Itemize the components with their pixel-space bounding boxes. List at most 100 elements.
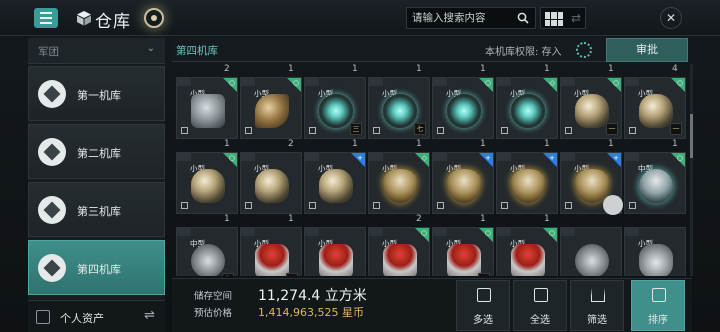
item-slot[interactable]: ◇ 小型 xyxy=(368,152,430,214)
slot-highlight xyxy=(497,153,511,161)
sidebar-item-hangar-1[interactable]: 第一机库 xyxy=(28,66,165,121)
filter-button[interactable]: 筛选 xyxy=(570,280,624,331)
slot-highlight xyxy=(177,78,191,86)
switch-icon[interactable]: ⇌ xyxy=(144,308,155,323)
sidebar: 军团 ⌄ 第一机库 第二机库 第三机库 第四机库 个人资产 ⇌ xyxy=(28,38,165,332)
search-input[interactable] xyxy=(412,10,512,26)
item-slot[interactable]: 小型五 xyxy=(240,227,302,276)
item-count: 1 xyxy=(224,214,230,224)
sidebar-item-hangar-2[interactable]: 第二机库 xyxy=(28,124,165,179)
item-count: 1 xyxy=(544,214,550,224)
item-slot[interactable]: ○ 中型 xyxy=(624,152,686,214)
grid-scrollbar[interactable] xyxy=(690,64,693,276)
lock-icon xyxy=(309,127,316,134)
gear-icon[interactable] xyxy=(576,42,592,58)
scroll-thumb[interactable] xyxy=(690,114,693,158)
lock-icon xyxy=(629,127,636,134)
item-slot[interactable]: 中型七 xyxy=(176,227,238,276)
module-icon xyxy=(575,244,609,276)
module-icon xyxy=(191,244,225,276)
item-slot[interactable]: ○小型 xyxy=(176,77,238,139)
item-slot[interactable]: 小型七 xyxy=(368,77,430,139)
item-count: 1 xyxy=(352,64,358,74)
item-slot[interactable]: ○小型 xyxy=(368,227,430,276)
approve-button[interactable]: 审批 xyxy=(606,38,688,62)
item-slot[interactable]: ○ 小型一 xyxy=(624,77,686,139)
item-badge: ○ xyxy=(676,154,683,162)
item-badge: + xyxy=(549,154,555,162)
mech-icon xyxy=(191,94,225,128)
search-icon[interactable] xyxy=(517,12,529,24)
item-badge: ◇ xyxy=(549,79,555,87)
item-badge: + xyxy=(485,154,491,162)
slot-highlight xyxy=(305,78,319,86)
orb-icon xyxy=(511,94,545,128)
swap-icon[interactable]: ⇄ xyxy=(571,11,581,25)
grid-view-icon[interactable] xyxy=(545,12,563,26)
item-badge: ○ xyxy=(420,229,427,237)
item-slot[interactable]: ○小型 xyxy=(496,227,558,276)
price-label: 预估价格 xyxy=(194,308,233,319)
close-button[interactable]: ✕ xyxy=(660,7,682,29)
item-slot[interactable] xyxy=(560,227,622,276)
chevron-down-icon: ⌄ xyxy=(146,43,155,54)
slot-highlight xyxy=(177,153,191,161)
item-slot[interactable]: ○小型 xyxy=(432,77,494,139)
item-badge: + xyxy=(357,154,363,162)
tier-badge: 一 xyxy=(606,123,618,135)
lock-icon xyxy=(629,202,636,209)
item-badge: ○ xyxy=(676,79,683,87)
tier-badge: 七 xyxy=(414,123,426,135)
item-slot[interactable]: 小型 xyxy=(304,227,366,276)
slot-highlight xyxy=(561,153,575,161)
item-slot[interactable]: 小型 xyxy=(624,227,686,276)
storage-value: 11,274.4 立方米 xyxy=(258,288,367,304)
lock-icon xyxy=(373,127,380,134)
item-slot[interactable]: ◇ 小型 xyxy=(496,77,558,139)
sidebar-item-label: 第四机库 xyxy=(77,263,121,276)
slot-highlight xyxy=(369,153,383,161)
item-slot[interactable]: ○小型 xyxy=(240,77,302,139)
lock-icon xyxy=(181,202,188,209)
item-badge: + xyxy=(613,154,619,162)
item-slot[interactable]: 小型三 xyxy=(304,77,366,139)
item-slot[interactable]: 小型 xyxy=(240,152,302,214)
teal-icon xyxy=(639,169,673,203)
sort-button[interactable]: 排序 xyxy=(631,280,685,331)
menu-button[interactable] xyxy=(34,8,58,28)
slot-highlight xyxy=(241,78,255,86)
item-slot[interactable]: + 小型 xyxy=(432,152,494,214)
assets-icon xyxy=(36,310,50,324)
orb-icon xyxy=(319,94,353,128)
item-count: 1 xyxy=(352,139,358,149)
select-all-button[interactable]: 全选 xyxy=(513,280,567,331)
sidebar-item-hangar-4[interactable]: 第四机库 xyxy=(28,240,165,295)
view-toggle[interactable]: ⇄ xyxy=(540,7,586,29)
price-value: 1,414,963,525 星币 xyxy=(258,306,364,319)
slot-highlight xyxy=(625,153,639,161)
sidebar-item-hangar-3[interactable]: 第三机库 xyxy=(28,182,165,237)
item-slot[interactable]: ○小型五 xyxy=(432,227,494,276)
item-slot[interactable]: + 小型 xyxy=(304,152,366,214)
item-slot[interactable]: ○ 小型一 xyxy=(560,77,622,139)
slot-highlight xyxy=(305,228,319,236)
personal-assets-tab[interactable]: 个人资产 ⇌ xyxy=(28,300,165,332)
hangar-icon xyxy=(38,196,66,224)
item-slot[interactable]: + 小型 xyxy=(496,152,558,214)
floating-assist-button[interactable] xyxy=(603,195,623,215)
item-count: 2 xyxy=(416,214,422,224)
lock-icon xyxy=(501,202,508,209)
filter-label: 筛选 xyxy=(587,315,607,326)
helmet-icon xyxy=(319,169,353,203)
item-slot[interactable]: ○小型 xyxy=(176,152,238,214)
legion-filter[interactable]: 军团 ⌄ xyxy=(28,38,165,64)
multi-select-label: 多选 xyxy=(473,315,493,326)
item-badge: ○ xyxy=(612,79,619,87)
hangar-header: 第四机库 本机库权限: 存入 审批 xyxy=(172,38,688,62)
item-count: 1 xyxy=(544,64,550,74)
multi-select-button[interactable]: 多选 xyxy=(456,280,510,331)
drone-icon xyxy=(639,244,673,276)
canister-icon xyxy=(383,244,417,276)
shield-icon xyxy=(511,169,545,203)
target-icon[interactable] xyxy=(144,8,164,28)
